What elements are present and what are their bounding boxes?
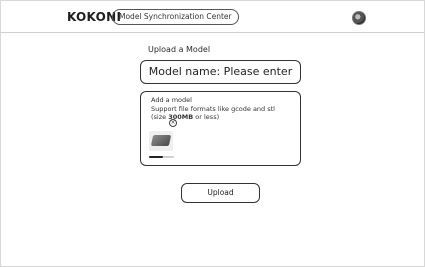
app-window: KOKONI Model Synchronization Center Uplo…: [0, 0, 425, 267]
model-shape-icon: [150, 135, 172, 146]
remove-icon[interactable]: ×: [169, 119, 177, 127]
size-prefix: (size: [151, 113, 169, 121]
upload-button[interactable]: Upload: [181, 183, 260, 203]
dropzone-formats: Support file formats like gcode and stl: [151, 104, 275, 113]
header-bar: KOKONI Model Synchronization Center: [1, 1, 424, 33]
page-subtitle: Model Synchronization Center: [112, 9, 239, 25]
upload-progress-bar: [149, 156, 174, 158]
section-title: Upload a Model: [148, 45, 211, 54]
model-name-input[interactable]: Model name: Please enter: [140, 60, 301, 84]
user-avatar-icon[interactable]: [352, 11, 366, 25]
dropzone-title: Add a model: [151, 96, 192, 104]
dropzone-text: Add a model Support file formats like gc…: [151, 96, 275, 122]
upload-progress-fill: [149, 156, 163, 158]
model-thumbnail-icon[interactable]: [149, 131, 173, 151]
model-dropzone[interactable]: Add a model Support file formats like gc…: [140, 91, 301, 166]
size-suffix: or less): [193, 113, 220, 121]
